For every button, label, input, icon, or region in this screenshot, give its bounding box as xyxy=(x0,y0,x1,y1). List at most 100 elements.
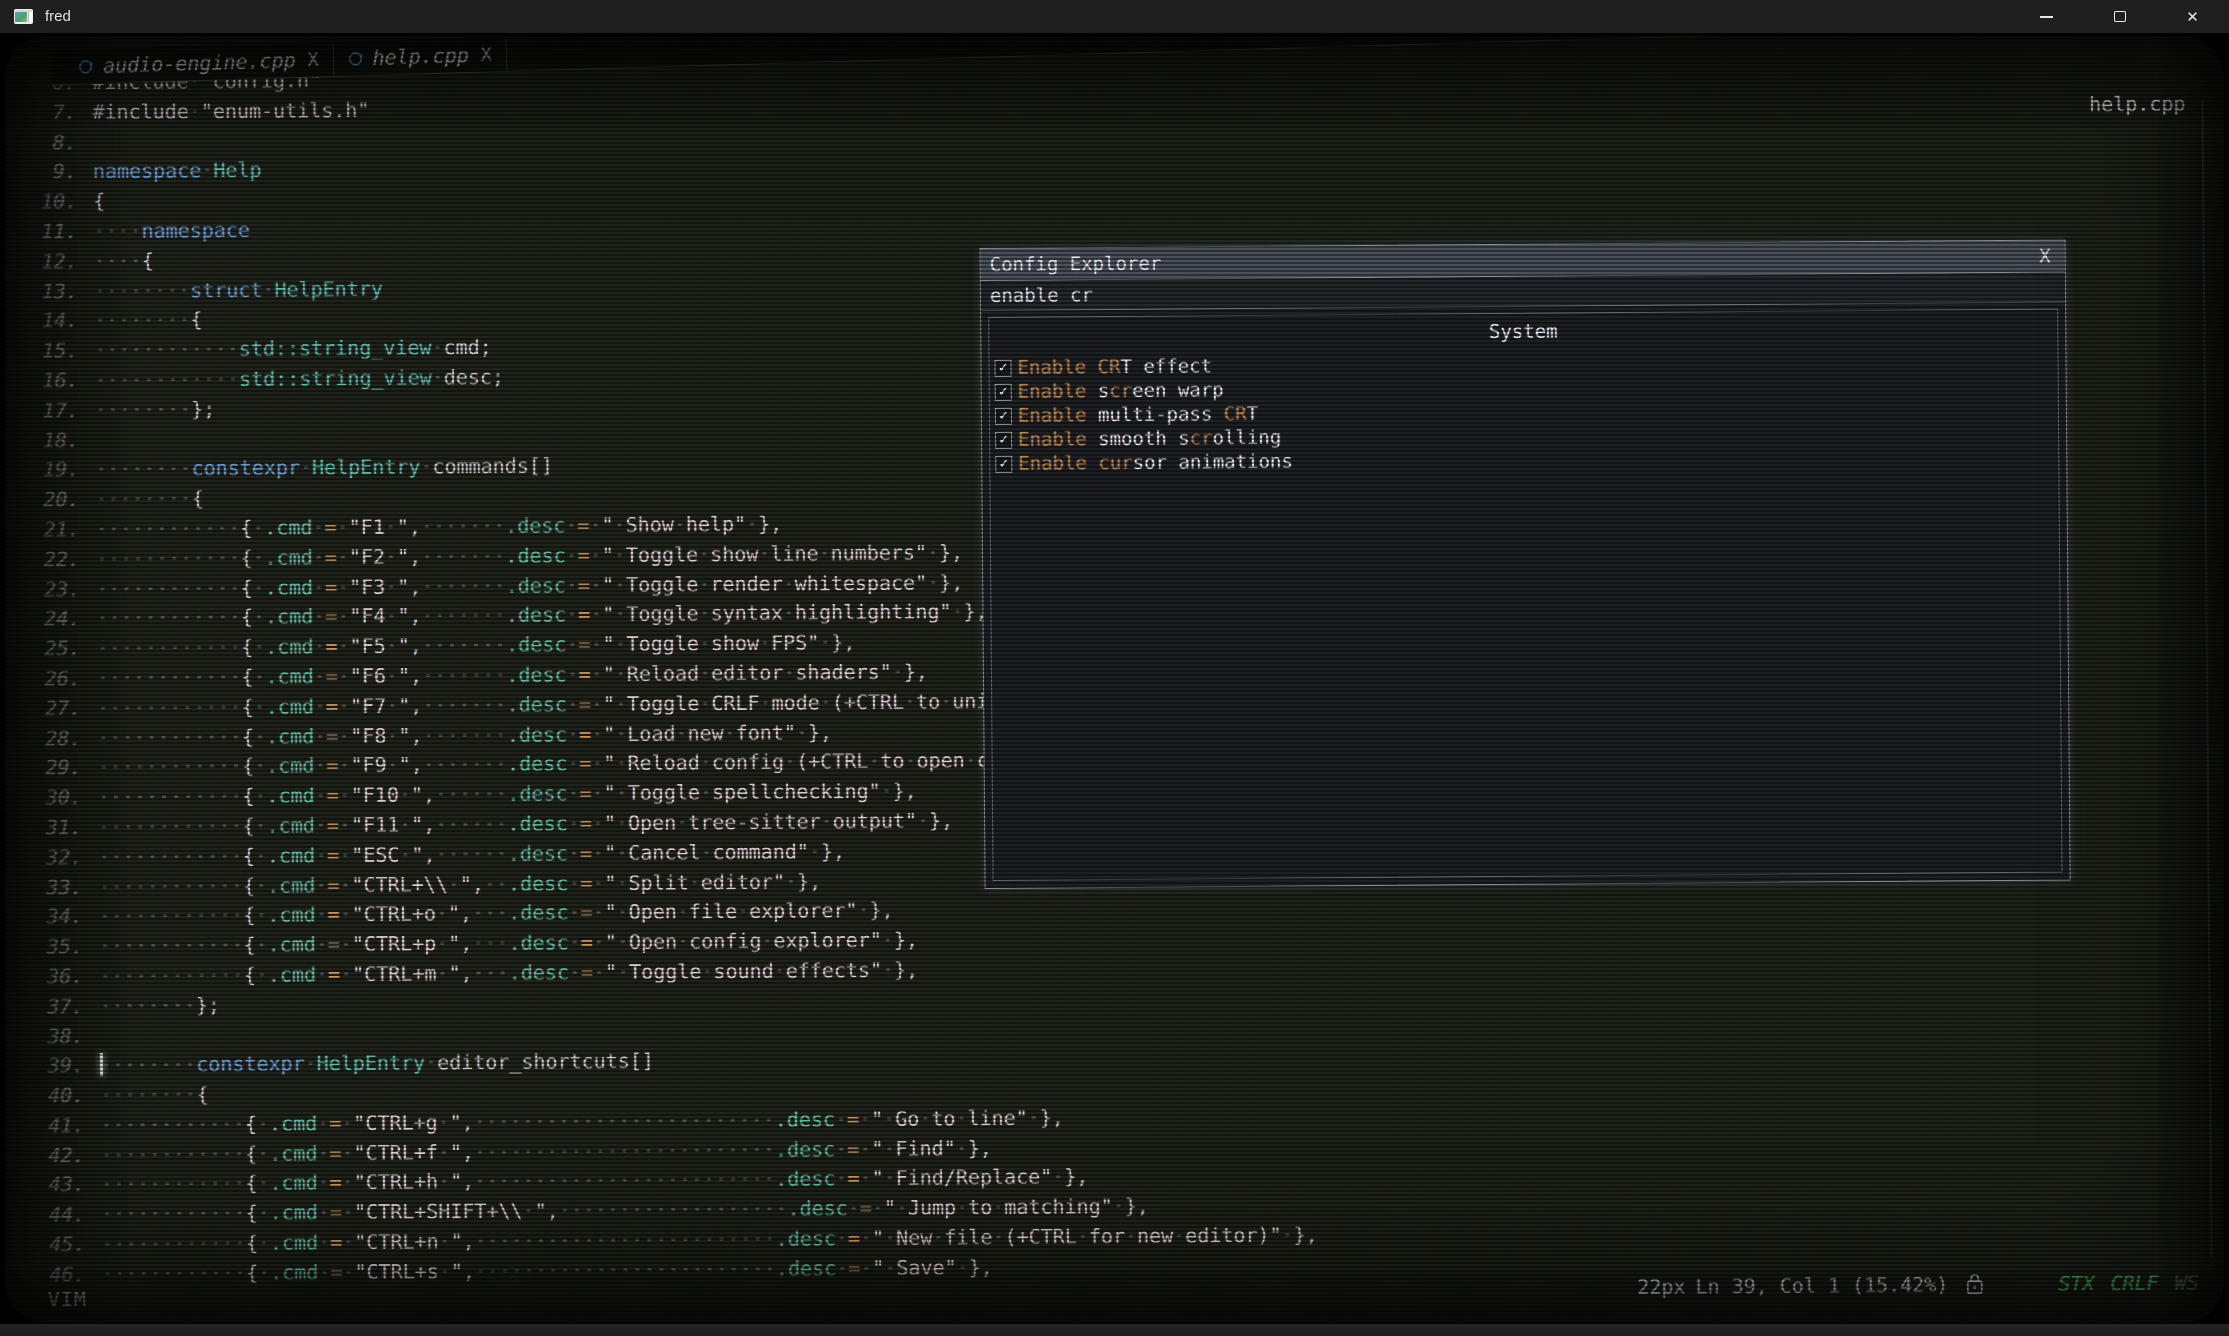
line-number: 27. xyxy=(35,694,81,724)
checkbox-checked-icon[interactable]: ✓ xyxy=(994,359,1011,376)
line-number: 7. xyxy=(30,98,76,128)
line-number: 33. xyxy=(36,873,82,903)
window-frame-bottom xyxy=(0,1324,2229,1330)
tab-audio-engine[interactable]: audio-engine.cpp X xyxy=(64,42,334,84)
line-number: 22. xyxy=(34,545,80,575)
line-number: 28. xyxy=(35,724,81,754)
code-text: ············{·.cmd·=·"F2·",·······.desc·… xyxy=(80,540,963,571)
code-text: namespace·Help xyxy=(77,158,262,183)
line-number: 34. xyxy=(37,902,83,932)
line-number: 9. xyxy=(31,158,77,188)
code-text: ············{·.cmd·=·"CTRL+g·",·········… xyxy=(84,1105,1064,1137)
line-number: 19. xyxy=(33,455,79,485)
minimize-button[interactable] xyxy=(2010,0,2083,33)
code-text: ············{·.cmd·=·"ESC·",······.desc·… xyxy=(82,839,845,869)
line-number: 38. xyxy=(38,1022,84,1052)
code-text: ············{·.cmd·=·"CTRL+f·",·········… xyxy=(85,1136,992,1167)
checkbox-checked-icon[interactable]: ✓ xyxy=(995,383,1012,400)
code-text: ········constexpr·HelpEntry·editor_short… xyxy=(84,1049,654,1077)
code-text: ········{ xyxy=(78,308,203,333)
line-number: 16. xyxy=(33,366,79,396)
line-number: 40. xyxy=(38,1081,84,1111)
line-ending-indicator[interactable]: CRLF xyxy=(2110,1270,2158,1294)
code-text: ············{·.cmd·=·"F5·",·······.desc·… xyxy=(81,630,856,660)
line-number: 44. xyxy=(39,1200,85,1230)
line-number: 25. xyxy=(35,634,81,664)
app-icon xyxy=(14,9,33,24)
code-text xyxy=(84,1023,100,1047)
code-text: ············{·.cmd·=·"F11·",······.desc·… xyxy=(82,808,953,839)
line-number: 20. xyxy=(33,485,79,515)
cursor-position-indicator: Ln 39, Col 1 (15.42%) xyxy=(1695,1272,1948,1298)
line-number: 18. xyxy=(33,426,79,456)
config-section-header: System xyxy=(989,317,2057,347)
line-number: 41. xyxy=(38,1111,84,1141)
editor-mode-indicator: VIM xyxy=(48,1287,87,1311)
config-option-label: Enable CRT effect xyxy=(1017,355,1212,379)
code-text xyxy=(77,130,93,154)
code-text: ············{·.cmd·=·"F10·",······.desc·… xyxy=(82,779,917,810)
lock-icon xyxy=(1964,1271,1984,1296)
code-text: ············{·.cmd·=·"CTRL+m·",···.desc·… xyxy=(83,957,918,988)
close-icon: ✕ xyxy=(2186,8,2199,26)
close-button[interactable]: ✕ xyxy=(2156,0,2229,33)
encoding-indicator[interactable]: STX xyxy=(2058,1271,2094,1295)
checkbox-checked-icon[interactable]: ✓ xyxy=(995,407,1012,424)
code-text: ····namespace xyxy=(77,218,250,243)
maximize-button[interactable] xyxy=(2083,0,2156,33)
config-option-listbox: System ✓Enable CRT effect✓Enable screen … xyxy=(988,309,2062,881)
line-number: 42. xyxy=(39,1141,85,1171)
config-search-value: enable cr xyxy=(990,284,1093,307)
code-text: ············std::string_view·desc; xyxy=(79,365,505,392)
line-number: 31. xyxy=(36,813,82,843)
tab-help[interactable]: help.cpp X xyxy=(333,37,507,76)
cpp-file-icon xyxy=(78,58,95,75)
line-number: 8. xyxy=(31,128,77,158)
config-option-label: Enable cursor animations xyxy=(1018,451,1293,475)
editor-screen: 6.#include·"config.h"7.#include·"enum-ut… xyxy=(5,36,2224,1323)
code-text: ············{·.cmd·=·"F9·",·······.desc·… xyxy=(82,748,1026,779)
code-text: ············{·.cmd·=·"CTRL+\\·",··.desc·… xyxy=(83,869,822,899)
line-number: 30. xyxy=(36,783,82,813)
line-number: 39. xyxy=(38,1051,84,1081)
code-text: ············{·.cmd·=·"F3·",·······.desc·… xyxy=(80,570,963,601)
tab-close-icon[interactable]: X xyxy=(307,49,318,70)
line-number: 37. xyxy=(37,992,83,1022)
maximize-icon xyxy=(2114,11,2126,22)
checkbox-checked-icon[interactable]: ✓ xyxy=(995,455,1012,472)
line-number: 17. xyxy=(33,396,79,426)
code-text: ············{·.cmd·=·"CTRL+o·",···.desc·… xyxy=(83,898,894,928)
line-number: 15. xyxy=(32,336,78,366)
line-number: 35. xyxy=(37,932,83,962)
code-text xyxy=(79,428,95,452)
code-text: ········{ xyxy=(79,486,204,511)
code-text: ············{·.cmd·=·"F4·",·······.desc·… xyxy=(80,599,987,630)
line-number: 26. xyxy=(35,664,81,694)
config-explorer-close-icon[interactable]: X xyxy=(2039,246,2051,268)
line-number: 36. xyxy=(37,962,83,992)
config-option-label: Enable multi-pass CRT xyxy=(1018,403,1258,427)
window-titlebar: fred ✕ xyxy=(0,0,2229,33)
code-text: ············{·.cmd·=·"CTRL+h·",·········… xyxy=(85,1165,1089,1197)
line-number: 21. xyxy=(34,515,80,545)
line-number: 24. xyxy=(34,604,80,634)
whitespace-indicator[interactable]: WS xyxy=(2175,1270,2199,1294)
tab-label: help.cpp xyxy=(372,43,469,70)
code-text: ············{·.cmd·=·"F1·",·······.desc·… xyxy=(80,512,783,542)
current-file-label: help.cpp xyxy=(2089,92,2186,117)
line-number: 45. xyxy=(39,1230,85,1260)
code-text: ········{ xyxy=(84,1082,209,1107)
line-number: 29. xyxy=(36,753,82,783)
config-explorer-title: Config Explorer xyxy=(990,252,1162,275)
code-text: ············{·.cmd·=·"CTRL+SHIFT+\\·",··… xyxy=(85,1194,1149,1226)
code-text: ········}; xyxy=(79,397,216,422)
code-text: { xyxy=(77,189,105,213)
tab-label: audio-engine.cpp xyxy=(103,48,296,78)
line-number: 43. xyxy=(39,1171,85,1201)
tab-close-icon[interactable]: X xyxy=(480,44,491,65)
code-text: ········constexpr·HelpEntry·commands[] xyxy=(79,454,553,482)
checkbox-checked-icon[interactable]: ✓ xyxy=(995,431,1012,448)
crt-screen: 6.#include·"config.h"7.#include·"enum-ut… xyxy=(0,33,2229,1330)
config-explorer-panel: Config Explorer X enable cr System ✓ Enab… xyxy=(980,240,2071,890)
line-number: 14. xyxy=(32,307,78,337)
